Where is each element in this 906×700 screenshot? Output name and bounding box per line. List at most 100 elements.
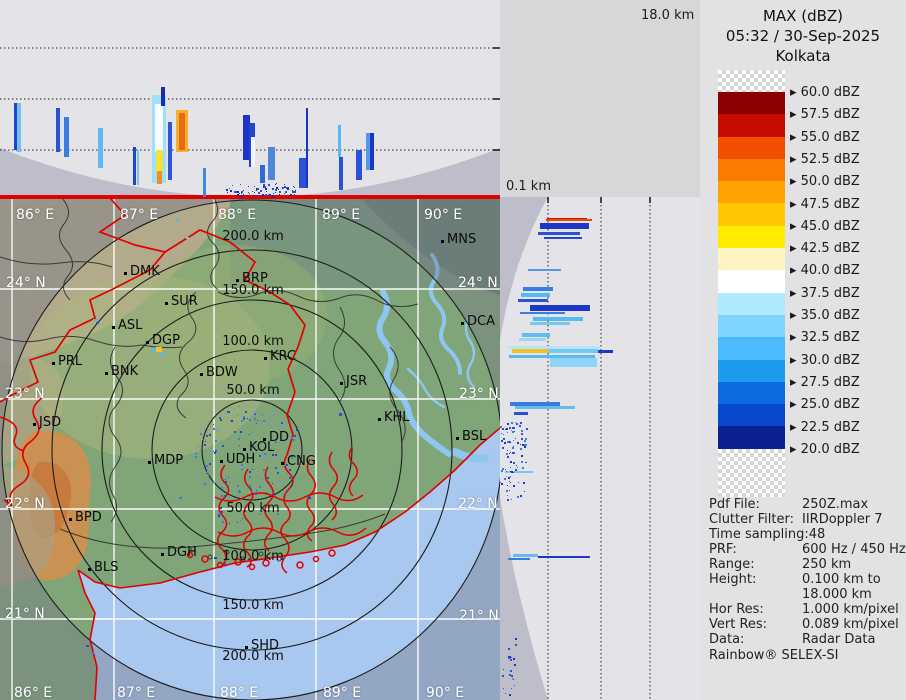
- clutter-speck: [521, 433, 523, 435]
- clutter-speck: [503, 688, 504, 689]
- clutter-speck: [252, 191, 253, 192]
- echo-bar: [203, 168, 206, 197]
- clutter-speck: [504, 442, 506, 444]
- clutter-speck: [276, 187, 278, 189]
- meta-row-label: Height:: [709, 572, 757, 587]
- meta-row-value: 0.100 km to: [802, 572, 881, 587]
- clutter-speck: [263, 184, 265, 186]
- city-dot: [52, 362, 55, 365]
- city-dot: [165, 302, 168, 305]
- echo-bar: [520, 312, 565, 314]
- echo-bar: [528, 269, 561, 271]
- clutter-speck: [275, 184, 276, 185]
- echo-bar: [530, 322, 570, 325]
- clutter-speck: [513, 658, 515, 660]
- echo-bar: [512, 349, 548, 353]
- city-dot: [220, 460, 223, 463]
- clutter-speck: [509, 656, 511, 658]
- clutter-speck: [526, 428, 528, 430]
- clutter-speck: [508, 477, 510, 479]
- clutter-speck: [524, 440, 526, 442]
- clutter-speck: [260, 190, 262, 192]
- echo-bar: [515, 406, 575, 409]
- clutter-speck: [515, 644, 517, 646]
- city-label: MDP: [154, 453, 184, 468]
- clutter-speck: [516, 423, 518, 425]
- city-label: KHL: [384, 410, 410, 425]
- city-label: PRL: [58, 354, 83, 369]
- clutter-speck: [524, 491, 525, 492]
- clutter-speck: [511, 499, 512, 500]
- clutter-speck: [507, 495, 508, 496]
- echo-bar: [530, 305, 590, 311]
- meta-row-value: 250 km: [802, 557, 852, 572]
- clutter-speck: [509, 453, 510, 454]
- clutter-speck: [513, 485, 515, 487]
- clutter-speck: [513, 452, 515, 454]
- clutter-speck: [517, 442, 519, 444]
- clutter-speck: [514, 664, 516, 666]
- clutter-speck: [502, 428, 504, 430]
- clutter-speck: [516, 465, 517, 466]
- clutter-speck: [229, 188, 230, 189]
- clutter-speck: [503, 669, 504, 670]
- meta-row-label: Pdf File:: [709, 497, 760, 512]
- echo-bar: [168, 122, 172, 180]
- clutter-speck: [512, 447, 514, 449]
- clutter-speck: [511, 422, 513, 424]
- city-label: BSL: [462, 429, 487, 444]
- echo-bar: [370, 133, 374, 170]
- clutter-speck: [521, 461, 523, 463]
- clutter-speck: [520, 495, 522, 497]
- city-label: SHD: [251, 638, 280, 653]
- clutter-speck: [510, 461, 512, 463]
- meta-row-label: PRF:: [709, 542, 737, 557]
- latlon-label: 88° E: [218, 207, 257, 223]
- clutter-speck: [254, 186, 255, 187]
- echo-bar: [339, 157, 343, 190]
- clutter-speck: [501, 440, 503, 442]
- clutter-speck: [506, 490, 508, 492]
- clutter-speck: [512, 427, 514, 429]
- clutter-speck: [226, 189, 228, 191]
- clutter-speck: [504, 478, 506, 480]
- clutter-speck: [239, 193, 240, 194]
- city-label: ASL: [118, 318, 143, 333]
- echo-bar: [519, 338, 546, 341]
- city-dot: [461, 322, 464, 325]
- echo-bar: [538, 232, 580, 235]
- echo-bar: [544, 237, 582, 239]
- clutter-speck: [510, 467, 511, 468]
- clutter-speck: [248, 186, 249, 187]
- city-dot: [441, 240, 444, 243]
- clutter-speck: [512, 431, 514, 433]
- clutter-speck: [294, 194, 295, 195]
- clutter-speck: [525, 438, 527, 440]
- clutter-speck: [249, 193, 250, 194]
- echo-bar: [533, 317, 583, 321]
- clutter-speck: [265, 194, 267, 196]
- clutter-speck: [510, 670, 512, 672]
- latlon-label: 87° E: [117, 685, 156, 700]
- latlon-label: 21° N: [459, 608, 499, 624]
- clutter-speck: [284, 184, 285, 185]
- clutter-speck: [262, 194, 263, 195]
- city-dot: [264, 357, 267, 360]
- clutter-speck: [514, 431, 515, 432]
- echo-bar: [156, 150, 163, 173]
- clutter-speck: [509, 490, 510, 491]
- clutter-speck: [243, 190, 244, 191]
- clutter-speck: [294, 191, 296, 193]
- meta-row-label: Data:: [709, 632, 745, 647]
- echo-bar: [598, 350, 613, 353]
- clutter-speck: [506, 471, 507, 472]
- height-axis-min-label: 0.1 km: [506, 179, 551, 194]
- clutter-speck: [266, 191, 267, 192]
- clutter-speck: [227, 192, 228, 193]
- clutter-speck: [526, 462, 527, 463]
- clutter-speck: [508, 648, 510, 650]
- city-dot: [236, 279, 239, 282]
- range-ring-label: 100.0 km: [222, 334, 284, 349]
- latlon-label: 88° E: [220, 685, 259, 700]
- clutter-speck: [517, 467, 518, 468]
